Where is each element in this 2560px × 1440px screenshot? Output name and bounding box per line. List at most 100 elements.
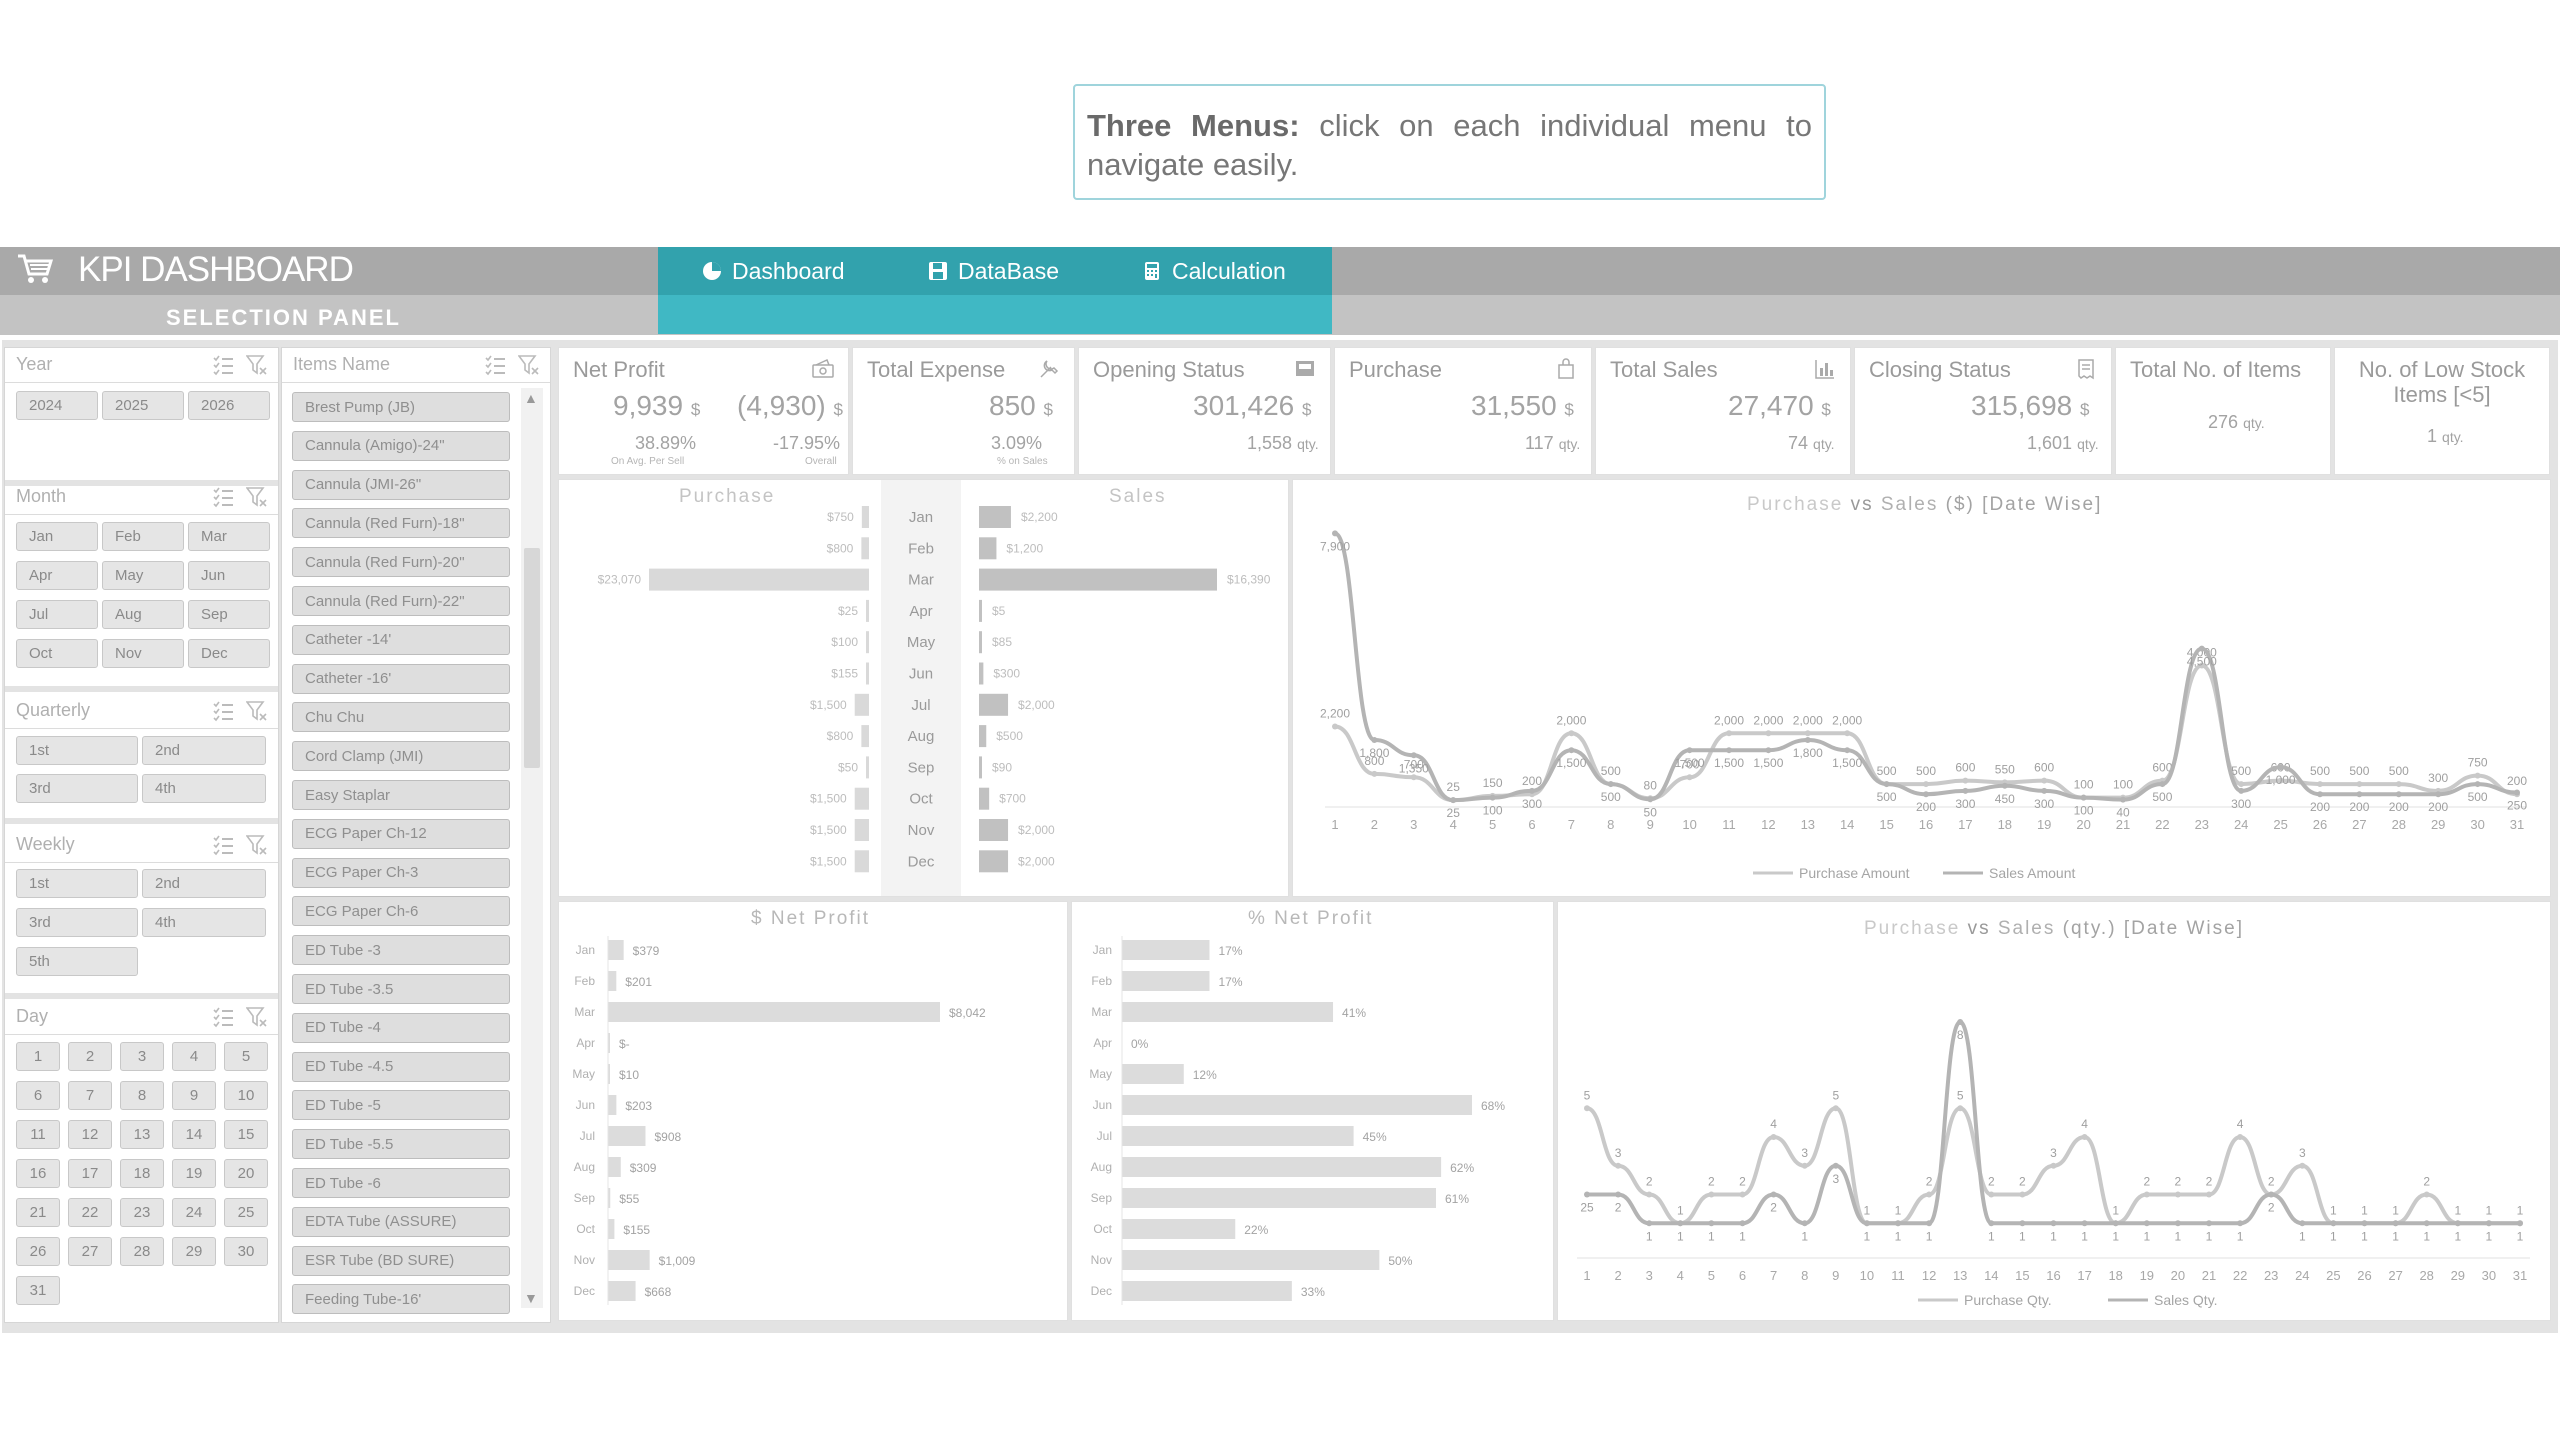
week-4th[interactable]: 4th (142, 908, 266, 937)
day-18[interactable]: 18 (120, 1159, 164, 1188)
item-option[interactable]: ED Tube -4 (292, 1012, 510, 1043)
month-jul[interactable]: Jul (16, 600, 98, 629)
multi-select-icon[interactable] (484, 354, 506, 376)
items-scrollbar[interactable] (521, 388, 543, 1308)
item-option[interactable]: Brest Pump (JB) (292, 392, 510, 422)
year-2026[interactable]: 2026 (188, 391, 270, 420)
month-mar[interactable]: Mar (188, 522, 270, 551)
quarter-1st[interactable]: 1st (16, 736, 138, 765)
day-15[interactable]: 15 (224, 1120, 268, 1149)
week-5th[interactable]: 5th (16, 947, 138, 976)
day-9[interactable]: 9 (172, 1081, 216, 1110)
quarter-4th[interactable]: 4th (142, 774, 266, 803)
week-2nd[interactable]: 2nd (142, 869, 266, 898)
day-1[interactable]: 1 (16, 1042, 60, 1071)
clear-filter-icon[interactable] (246, 486, 268, 508)
month-may[interactable]: May (102, 561, 184, 590)
week-3rd[interactable]: 3rd (16, 908, 138, 937)
month-apr[interactable]: Apr (16, 561, 98, 590)
item-option[interactable]: ED Tube -3.5 (292, 974, 510, 1004)
day-13[interactable]: 13 (120, 1120, 164, 1149)
day-26[interactable]: 26 (16, 1237, 60, 1266)
clear-filter-icon[interactable] (246, 354, 268, 376)
item-option[interactable]: ED Tube -4.5 (292, 1051, 510, 1082)
item-option[interactable]: ESR Tube (BD SURE) (292, 1245, 510, 1276)
x-tick-label: 12 (1761, 817, 1775, 832)
day-3[interactable]: 3 (120, 1042, 164, 1071)
scroll-up-icon[interactable]: ▲ (524, 390, 538, 406)
day-25[interactable]: 25 (224, 1198, 268, 1227)
clear-filter-icon[interactable] (246, 1006, 268, 1028)
clear-filter-icon[interactable] (246, 700, 268, 722)
item-option[interactable]: Cannula (Red Furn)-20" (292, 547, 510, 578)
menu-calculation[interactable]: Calculation (1142, 254, 1286, 288)
day-14[interactable]: 14 (172, 1120, 216, 1149)
month-sep[interactable]: Sep (188, 600, 270, 629)
day-24[interactable]: 24 (172, 1198, 216, 1227)
item-option[interactable]: Catheter -14' (292, 624, 510, 655)
day-4[interactable]: 4 (172, 1042, 216, 1071)
multi-select-icon[interactable] (212, 834, 234, 856)
item-option[interactable]: Cord Clamp (JMI) (292, 741, 510, 772)
x-tick-label: 8 (1607, 817, 1614, 832)
item-option[interactable]: EDTA Tube (ASSURE) (292, 1206, 510, 1237)
quarter-2nd[interactable]: 2nd (142, 736, 266, 765)
day-8[interactable]: 8 (120, 1081, 164, 1110)
day-5[interactable]: 5 (224, 1042, 268, 1071)
items-scrollbar-thumb[interactable] (524, 548, 540, 768)
clear-filter-icon[interactable] (246, 834, 268, 856)
item-option[interactable]: ECG Paper Ch-12 (292, 818, 510, 849)
item-option[interactable]: Chu Chu (292, 702, 510, 733)
year-2025[interactable]: 2025 (102, 391, 184, 420)
item-option[interactable]: ECG Paper Ch-6 (292, 896, 510, 927)
day-27[interactable]: 27 (68, 1237, 112, 1266)
item-option[interactable]: ECG Paper Ch-3 (292, 857, 510, 888)
menu-dashboard[interactable]: Dashboard (702, 254, 845, 288)
item-option[interactable]: Feeding Tube-16' (292, 1284, 510, 1315)
day-19[interactable]: 19 (172, 1159, 216, 1188)
day-30[interactable]: 30 (224, 1237, 268, 1266)
day-6[interactable]: 6 (16, 1081, 60, 1110)
clear-filter-icon[interactable] (518, 354, 540, 376)
day-16[interactable]: 16 (16, 1159, 60, 1188)
year-2024[interactable]: 2024 (16, 391, 98, 420)
item-option[interactable]: Cannula (Red Furn)-18" (292, 508, 510, 539)
item-option[interactable]: Cannula (Red Furn)-22" (292, 586, 510, 616)
month-oct[interactable]: Oct (16, 639, 98, 668)
day-2[interactable]: 2 (68, 1042, 112, 1071)
day-22[interactable]: 22 (68, 1198, 112, 1227)
multi-select-icon[interactable] (212, 486, 234, 508)
day-11[interactable]: 11 (16, 1120, 60, 1149)
multi-select-icon[interactable] (212, 354, 234, 376)
month-aug[interactable]: Aug (102, 600, 184, 629)
day-31[interactable]: 31 (16, 1276, 60, 1305)
scroll-down-icon[interactable]: ▼ (524, 1290, 538, 1306)
day-17[interactable]: 17 (68, 1159, 112, 1188)
item-option[interactable]: Catheter -16' (292, 663, 510, 694)
item-option[interactable]: Easy Staplar (292, 780, 510, 810)
item-option[interactable]: ED Tube -6 (292, 1168, 510, 1198)
day-28[interactable]: 28 (120, 1237, 164, 1266)
day-21[interactable]: 21 (16, 1198, 60, 1227)
week-1st[interactable]: 1st (16, 869, 138, 898)
menu-database[interactable]: DataBase (928, 254, 1059, 288)
multi-select-icon[interactable] (212, 700, 234, 722)
item-option[interactable]: ED Tube -5 (292, 1090, 510, 1121)
month-dec[interactable]: Dec (188, 639, 270, 668)
day-23[interactable]: 23 (120, 1198, 164, 1227)
quarter-3rd[interactable]: 3rd (16, 774, 138, 803)
multi-select-icon[interactable] (212, 1006, 234, 1028)
month-jun[interactable]: Jun (188, 561, 270, 590)
item-option[interactable]: Cannula (Amigo)-24" (292, 430, 510, 461)
day-7[interactable]: 7 (68, 1081, 112, 1110)
item-option[interactable]: ED Tube -5.5 (292, 1129, 510, 1160)
item-option[interactable]: Cannula (JMI-26" (292, 469, 510, 500)
day-10[interactable]: 10 (224, 1081, 268, 1110)
day-12[interactable]: 12 (68, 1120, 112, 1149)
month-jan[interactable]: Jan (16, 522, 98, 551)
day-20[interactable]: 20 (224, 1159, 268, 1188)
month-feb[interactable]: Feb (102, 522, 184, 551)
item-option[interactable]: ED Tube -3 (292, 935, 510, 966)
day-29[interactable]: 29 (172, 1237, 216, 1266)
month-nov[interactable]: Nov (102, 639, 184, 668)
